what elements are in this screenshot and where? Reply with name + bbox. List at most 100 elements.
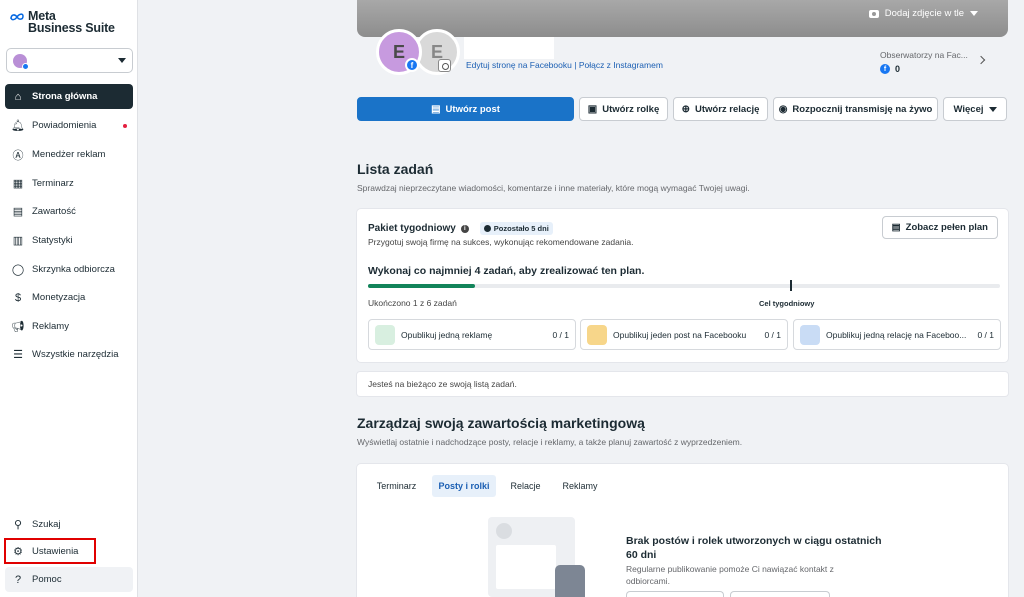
nav-label: Skrzynka odbiorcza	[32, 264, 115, 275]
empty-state-button-secondary[interactable]	[730, 591, 830, 597]
home-icon: ⌂	[14, 90, 22, 103]
view-full-plan-button[interactable]: ▤ Zobacz pełen plan	[881, 216, 998, 239]
task-label: Opublikuj jedną reklamę	[401, 329, 493, 340]
package-subtitle: Przygotuj swoją firmę na sukces, wykonuj…	[368, 237, 634, 247]
marketing-title: Zarządzaj swoją zawartością marketingową	[357, 415, 645, 431]
facebook-icon: f	[880, 64, 890, 74]
inbox-icon: ◯	[11, 264, 25, 276]
create-story-label: Utwórz relację	[694, 103, 760, 115]
task-publish-post[interactable]: Opublikuj jeden post na Facebooku 0 / 1	[580, 319, 788, 350]
create-post-button[interactable]: ▤ Utwórz post	[357, 97, 574, 121]
goal-text: Wykonaj co najmniej 4 zadań, aby zrealiz…	[368, 265, 645, 277]
chevron-right-icon[interactable]	[976, 55, 986, 65]
story-grid-icon	[800, 324, 820, 345]
create-reel-button[interactable]: ▣ Utwórz rolkę	[579, 97, 668, 121]
goal-marker	[790, 280, 792, 291]
tab-calendar[interactable]: Terminarz	[369, 475, 424, 497]
calendar-icon: ▦	[12, 178, 24, 190]
task-publish-ad[interactable]: Opublikuj jedną reklamę 0 / 1	[368, 319, 576, 350]
task-publish-story[interactable]: Opublikuj jedną relację na Faceboo... 0 …	[793, 319, 1001, 350]
pencil-icon	[587, 324, 607, 345]
create-story-button[interactable]: ⊕ Utwórz relację	[673, 97, 768, 121]
nav-label: Monetyzacja	[32, 292, 86, 303]
create-post-label: Utwórz post	[445, 103, 500, 115]
followers-count-row: f 0	[880, 64, 900, 74]
marketing-subtitle: Wyświetlaj ostatnie i nadchodzące posty,…	[357, 437, 743, 447]
empty-state-title: Brak postów i rolek utworzonych w ciągu …	[626, 535, 882, 561]
more-label: Więcej	[953, 103, 984, 115]
remaining-text: Pozostało 5 dni	[493, 224, 549, 233]
followers-count: 0	[895, 64, 901, 74]
nav-content[interactable]: ▤ Zawartość	[5, 199, 133, 224]
nav-label: Statystyki	[32, 235, 73, 246]
nav-home[interactable]: ⌂ Strona główna	[5, 84, 133, 109]
page-links: Edytuj stronę na Facebooku | Połącz z In…	[466, 60, 663, 70]
content-icon: ▤	[12, 206, 24, 218]
meta-logo[interactable]: Meta Business Suite	[9, 10, 115, 34]
search-icon: ⚲	[13, 519, 23, 531]
goal-marker-label: Cel tygodniowy	[759, 299, 815, 308]
nav-label: Terminarz	[32, 178, 74, 189]
plan-button-label: Zobacz pełen plan	[905, 222, 988, 233]
clock-icon	[483, 225, 491, 232]
progress-track	[368, 284, 1000, 288]
facebook-icon: f	[405, 58, 419, 72]
go-live-label: Rozpocznij transmisję na żywo	[792, 103, 933, 115]
stats-icon: ▥	[12, 235, 24, 247]
nav-ads[interactable]: 📢︎ Reklamy	[5, 314, 133, 339]
plan-icon: ▤	[891, 222, 901, 233]
nav-label: Reklamy	[32, 321, 69, 332]
sidebar: Meta Business Suite ⌂ Strona główna 🔔︎ P…	[0, 0, 138, 597]
megaphone-icon: 📢︎	[11, 321, 25, 333]
nav-ads-manager[interactable]: Ⓐ Menedżer reklam	[5, 142, 133, 167]
nav-all-tools[interactable]: ☰ Wszystkie narzędzia	[5, 342, 133, 367]
reel-icon: ▣	[587, 103, 598, 115]
go-live-button[interactable]: ◉ Rozpocznij transmisję na żywo	[773, 97, 938, 121]
tab-stories[interactable]: Relacje	[503, 475, 548, 497]
nav-calendar[interactable]: ▦ Terminarz	[5, 171, 133, 196]
link-separator: |	[574, 60, 577, 70]
ads-manager-icon: Ⓐ	[12, 149, 24, 162]
chart-up-icon	[375, 324, 395, 345]
edit-page-link[interactable]: Edytuj stronę na Facebooku	[466, 60, 572, 70]
package-title: Pakiet tygodniowy	[368, 223, 456, 234]
nav-stats[interactable]: ▥ Statystyki	[5, 228, 133, 253]
nav-monetization[interactable]: $ Monetyzacja	[5, 285, 133, 310]
nav-label: Wszystkie narzędzia	[32, 349, 119, 360]
nav-notifications[interactable]: 🔔︎ Powiadomienia	[5, 113, 133, 138]
brand-line-2: Business Suite	[28, 21, 115, 35]
nav-label: Zawartość	[32, 206, 76, 217]
instagram-icon	[438, 59, 451, 72]
info-icon[interactable]: i	[460, 224, 469, 233]
task-label: Opublikuj jedną relację na Faceboo...	[826, 329, 967, 340]
live-icon: ◉	[778, 103, 788, 115]
empty-state-button[interactable]	[626, 591, 724, 597]
bell-icon: 🔔︎	[11, 120, 25, 132]
more-button[interactable]: Więcej	[943, 97, 1007, 121]
camera-icon	[868, 9, 879, 18]
create-reel-label: Utwórz rolkę	[602, 103, 660, 115]
chevron-down-icon	[970, 11, 978, 16]
progress-fill	[368, 284, 476, 288]
phone-hand-illustration	[555, 565, 585, 597]
connect-instagram-link[interactable]: Połącz z Instagramem	[579, 60, 663, 70]
nav-label: Strona główna	[32, 91, 98, 102]
tasks-status: Jesteś na bieżąco ze swoją listą zadań.	[357, 372, 1008, 396]
nav-inbox[interactable]: ◯ Skrzynka odbiorcza	[5, 257, 133, 282]
settings-highlight-box	[4, 538, 96, 564]
account-switcher[interactable]	[6, 48, 133, 73]
nav-help[interactable]: ? Pomoc	[5, 567, 133, 592]
tasks-subtitle: Sprawdzaj nieprzeczytane wiadomości, kom…	[357, 183, 750, 193]
notification-dot	[123, 123, 127, 128]
tab-posts-reels[interactable]: Posty i rolki	[432, 475, 496, 497]
money-icon: $	[14, 291, 22, 304]
account-avatar	[13, 53, 29, 70]
tasks-title: Lista zadań	[357, 161, 434, 177]
illustration-card	[496, 545, 556, 589]
add-cover-photo-button[interactable]: Dodaj zdjęcie w tle	[868, 8, 978, 19]
package-header: Pakiet tygodniowy i Pozostało 5 dni	[368, 222, 553, 235]
post-icon: ▤	[431, 103, 441, 115]
nav-label: Powiadomienia	[32, 120, 97, 131]
nav-search[interactable]: ⚲ Szukaj	[5, 512, 133, 537]
tab-ads[interactable]: Reklamy	[555, 475, 605, 497]
